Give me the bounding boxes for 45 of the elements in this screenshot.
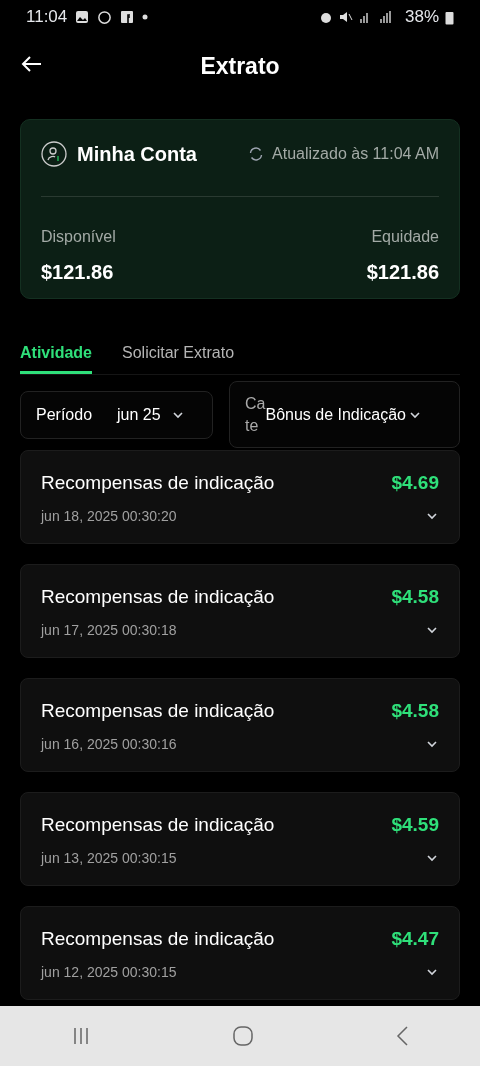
period-dropdown[interactable]: Período jun 25 (20, 390, 213, 439)
transaction-date: jun 17, 2025 00:30:18 (41, 620, 177, 640)
tab[interactable]: Solicitar Extrato (122, 341, 235, 374)
transaction-amount: $4.69 (391, 471, 439, 495)
transaction-card[interactable]: Recompensas de indicação $4.58 jun 16, 2025 00:30:16 (20, 678, 460, 772)
transaction-date: jun 18, 2025 00:30:20 (41, 506, 177, 526)
transaction-title: Recompensas de indicação (41, 699, 275, 723)
equity-label: Equidade (371, 227, 439, 247)
transaction-title: Recompensas de indicação (41, 471, 275, 495)
equity-value: $121.86 (366, 260, 439, 285)
transaction-amount: $4.47 (391, 927, 439, 951)
home-icon[interactable] (232, 1025, 254, 1047)
transaction-title: Recompensas de indicação (41, 927, 275, 951)
transaction-title: Recompensas de indicação (41, 813, 275, 837)
updated-time: Atualizado às 11:04 AM (272, 144, 439, 164)
transaction-card[interactable]: Recompensas de indicação $4.69 jun 18, 2025 00:30:20 (20, 450, 460, 544)
refresh-icon (248, 146, 265, 162)
period-value: jun 25 (117, 404, 161, 425)
account-name: Minha Conta (77, 142, 197, 167)
available-label: Disponível (41, 227, 116, 247)
page-title: Extrato (200, 51, 280, 81)
category-value: Bônus de Indicação (265, 405, 406, 425)
battery-percent: 38% (404, 6, 439, 29)
transaction-amount: $4.58 (391, 699, 439, 723)
mute-icon (338, 10, 353, 24)
category-label: Ca te (245, 393, 266, 436)
status-time: 11:04 (26, 6, 68, 29)
transaction-amount: $4.58 (391, 585, 439, 609)
transaction-date: jun 16, 2025 00:30:16 (41, 734, 177, 754)
available-value: $121.86 (41, 260, 114, 285)
battery-icon (445, 9, 454, 25)
transaction-title: Recompensas de indicação (41, 585, 275, 609)
dot-icon (142, 14, 149, 20)
back-icon[interactable] (395, 1025, 410, 1047)
period-label: Período (36, 404, 93, 425)
transaction-card[interactable]: Recompensas de indicação $4.58 jun 17, 2025 00:30:18 (20, 564, 460, 658)
account-icon (41, 141, 67, 167)
transaction-card[interactable]: Recompensas de indicação $4.59 jun 13, 2025 00:30:15 (20, 792, 460, 886)
image-icon (75, 10, 90, 24)
transaction-date: jun 12, 2025 00:30:15 (41, 962, 177, 982)
transaction-date: jun 13, 2025 00:30:15 (41, 848, 177, 868)
transaction-card[interactable]: Recompensas de indicação $4.47 jun 12, 2025 00:30:15 (20, 906, 460, 1000)
tab[interactable]: Atividade (20, 341, 92, 374)
social-icon (120, 10, 135, 24)
transaction-amount: $4.59 (391, 813, 439, 837)
